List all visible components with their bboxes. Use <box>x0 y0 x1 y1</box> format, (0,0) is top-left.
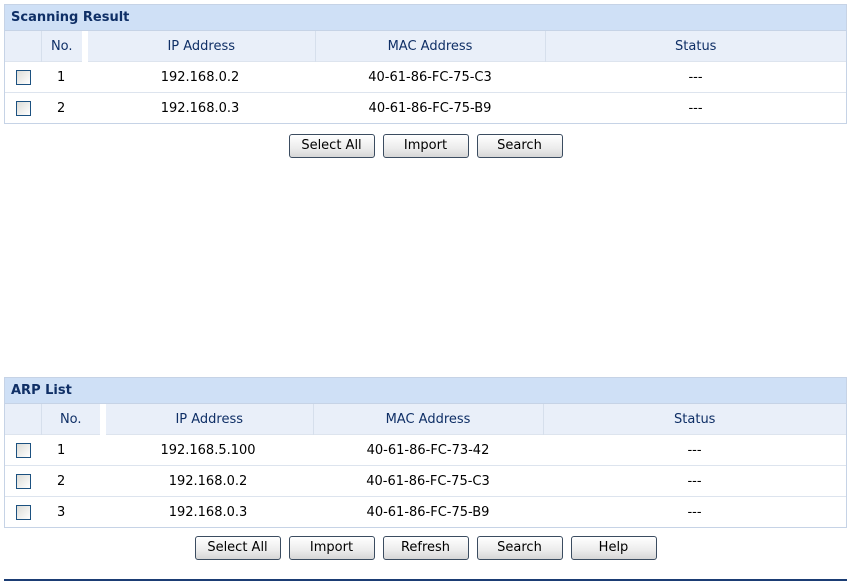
row-no: 1 <box>41 61 85 93</box>
row-mac: 40-61-86-FC-75-B9 <box>313 496 543 527</box>
row-mac: 40-61-86-FC-75-C3 <box>315 61 545 93</box>
column-header-mac: MAC Address <box>315 31 546 62</box>
table-header-row: No. IP Address MAC Address Status <box>5 31 846 62</box>
row-checkbox-cell <box>5 465 41 497</box>
scanning-result-table: No. IP Address MAC Address Status 1 192.… <box>5 31 846 123</box>
import-button[interactable]: Import <box>288 536 375 560</box>
arp-list-table: No. IP Address MAC Address Status 1 192.… <box>5 404 846 527</box>
select-all-button[interactable]: Select All <box>194 536 281 560</box>
column-header-mac: MAC Address <box>313 404 544 435</box>
row-checkbox-cell <box>5 434 41 466</box>
table-row: 2 192.168.0.3 40-61-86-FC-75-B9 --- <box>5 92 846 123</box>
row-checkbox-cell <box>5 61 41 93</box>
table-row: 2 192.168.0.2 40-61-86-FC-75-C3 --- <box>5 465 846 497</box>
import-button[interactable]: Import <box>382 134 469 158</box>
arp-list-title: ARP List <box>5 378 846 404</box>
table-row: 3 192.168.0.3 40-61-86-FC-75-B9 --- <box>5 496 846 527</box>
table-row: 1 192.168.5.100 40-61-86-FC-73-42 --- <box>5 434 846 466</box>
arp-list-button-bar: Select All Import Refresh Search Help <box>0 536 851 560</box>
row-no: 2 <box>41 92 85 123</box>
row-status: --- <box>545 61 846 93</box>
table-header-row: No. IP Address MAC Address Status <box>5 404 846 435</box>
row-no: 1 <box>41 434 103 466</box>
search-button[interactable]: Search <box>476 134 563 158</box>
row-checkbox-cell <box>5 92 41 123</box>
row-status: --- <box>543 496 846 527</box>
row-checkbox[interactable] <box>15 69 31 85</box>
row-checkbox[interactable] <box>15 100 31 116</box>
scanning-result-title: Scanning Result <box>5 5 846 31</box>
row-no: 2 <box>41 465 103 497</box>
column-header-ip: IP Address <box>103 404 314 435</box>
row-no: 3 <box>41 496 103 527</box>
row-checkbox[interactable] <box>15 473 31 489</box>
search-button[interactable]: Search <box>476 536 563 560</box>
row-ip: 192.168.0.3 <box>85 92 315 123</box>
row-checkbox-cell <box>5 496 41 527</box>
bottom-divider <box>4 579 847 581</box>
row-status: --- <box>543 465 846 497</box>
refresh-button[interactable]: Refresh <box>382 536 469 560</box>
row-checkbox[interactable] <box>15 442 31 458</box>
checkbox-header <box>5 31 42 62</box>
row-ip: 192.168.0.3 <box>103 496 313 527</box>
scanning-result-panel: Scanning Result No. IP Address MAC Addre… <box>4 4 847 124</box>
row-status: --- <box>545 92 846 123</box>
column-header-status: Status <box>545 31 846 62</box>
select-all-button[interactable]: Select All <box>288 134 375 158</box>
column-header-no: No. <box>41 31 88 62</box>
row-mac: 40-61-86-FC-75-C3 <box>313 465 543 497</box>
row-mac: 40-61-86-FC-73-42 <box>313 434 543 466</box>
row-mac: 40-61-86-FC-75-B9 <box>315 92 545 123</box>
arp-list-panel: ARP List No. IP Address MAC Address Stat… <box>4 377 847 528</box>
column-header-status: Status <box>543 404 846 435</box>
column-header-ip: IP Address <box>85 31 316 62</box>
row-ip: 192.168.0.2 <box>103 465 313 497</box>
table-row: 1 192.168.0.2 40-61-86-FC-75-C3 --- <box>5 61 846 93</box>
column-header-no: No. <box>41 404 106 435</box>
checkbox-header <box>5 404 42 435</box>
row-ip: 192.168.5.100 <box>103 434 313 466</box>
help-button[interactable]: Help <box>570 536 657 560</box>
row-checkbox[interactable] <box>15 504 31 520</box>
row-ip: 192.168.0.2 <box>85 61 315 93</box>
row-status: --- <box>543 434 846 466</box>
scanning-result-button-bar: Select All Import Search <box>0 134 851 158</box>
